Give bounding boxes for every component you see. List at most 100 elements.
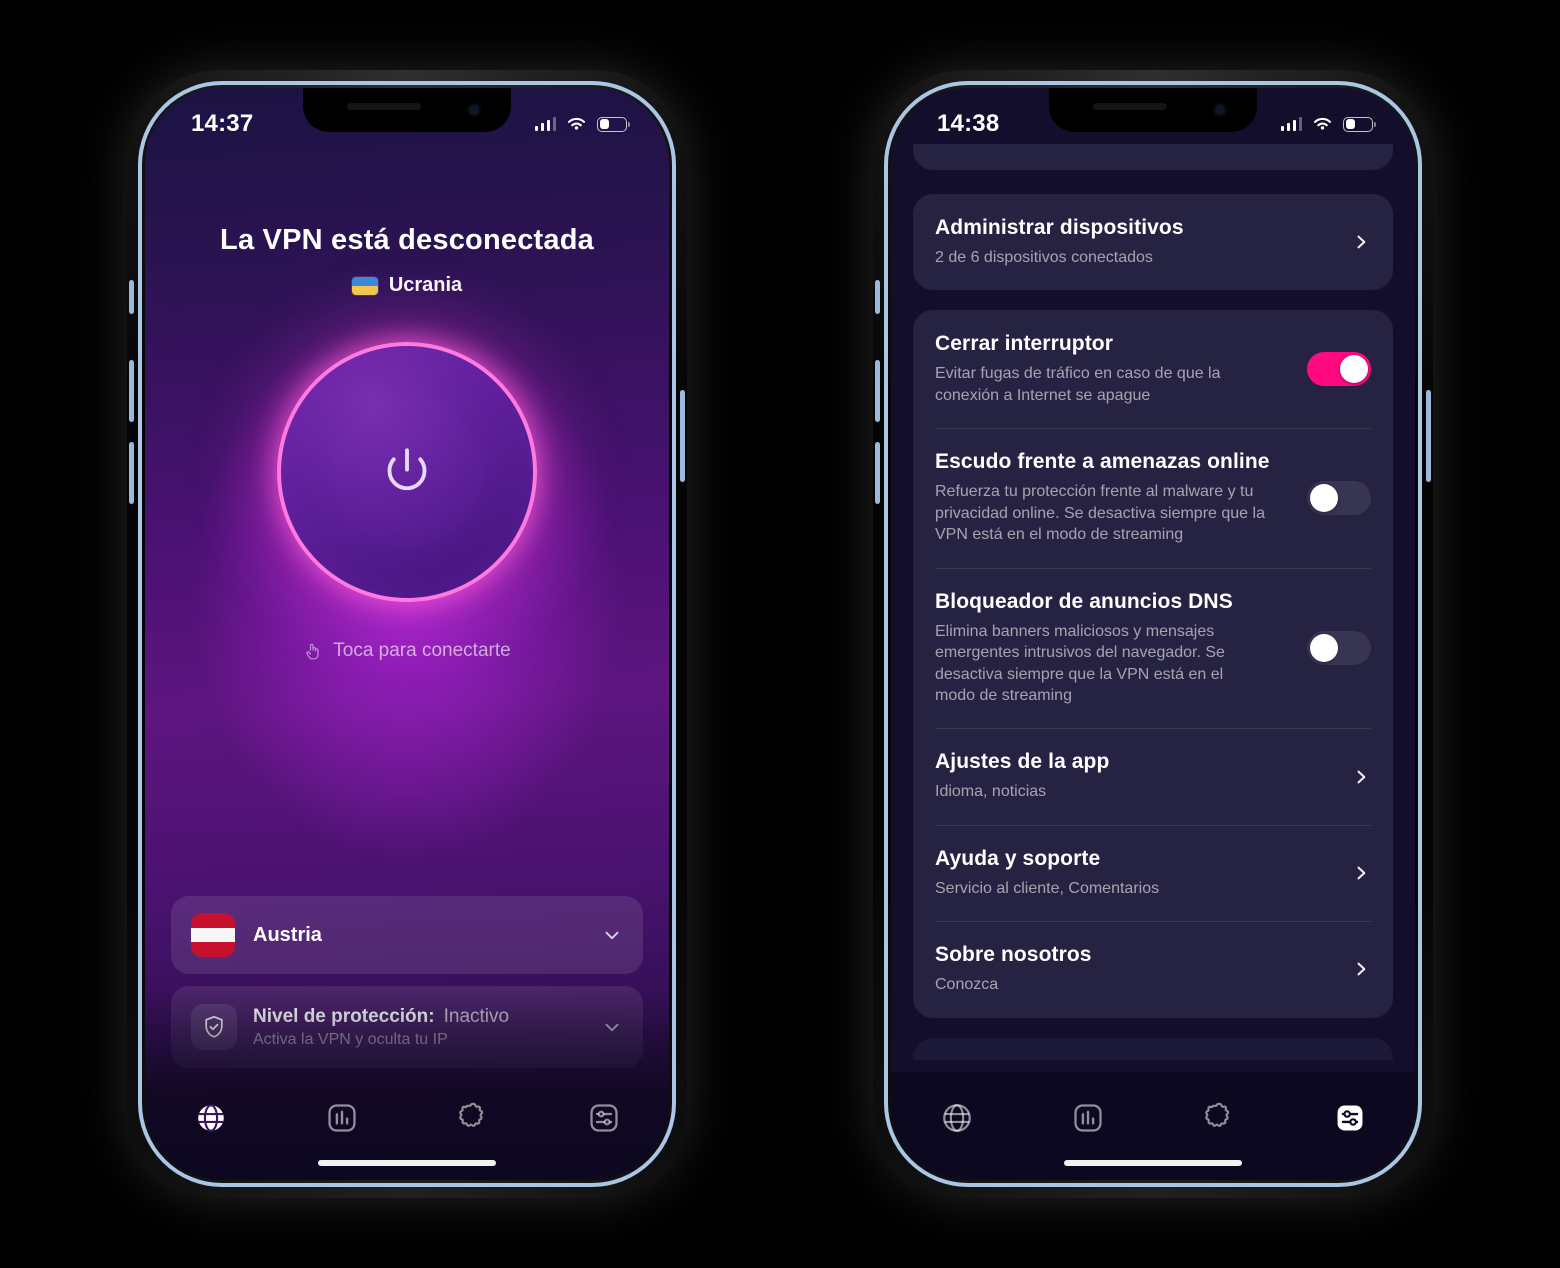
row-text: Cerrar interruptor Evitar fugas de tráfi… xyxy=(935,332,1293,406)
toggle-knob xyxy=(1310,483,1338,512)
vpn-connect-power-button[interactable] xyxy=(277,342,537,602)
nav-tab-settings[interactable] xyxy=(1318,1094,1382,1142)
earpiece-speaker xyxy=(347,103,421,110)
power-button-wrap xyxy=(217,282,597,662)
status-clock: 14:37 xyxy=(191,110,254,137)
nav-tab-extras[interactable] xyxy=(1187,1094,1251,1142)
row-desc: Elimina banners maliciosos y mensajes em… xyxy=(935,622,1225,704)
toggle-knob xyxy=(1340,355,1368,384)
row-text: Administrar dispositivos 2 de 6 disposit… xyxy=(935,216,1337,268)
next-card-peek[interactable] xyxy=(913,1037,1393,1060)
nav-tab-settings[interactable] xyxy=(572,1094,636,1142)
puzzle-icon xyxy=(458,1102,483,1127)
volume-up-button[interactable] xyxy=(129,360,134,422)
settings-row-kill-switch[interactable]: Cerrar interruptor Evitar fugas de tráfi… xyxy=(935,310,1371,428)
protection-desc: Activa la VPN y oculta tu IP xyxy=(253,1030,448,1048)
home-bottom-cards: Austria Nivel de protección: Inactivo Ac… xyxy=(171,896,643,1068)
chevron-right-icon[interactable] xyxy=(1351,959,1371,979)
country-name-label: Austria xyxy=(253,923,322,946)
settings-row-dns-adblocker[interactable]: Bloqueador de anuncios DNS Elimina banne… xyxy=(935,567,1371,729)
row-title: Bloqueador de anuncios DNS xyxy=(935,589,1233,613)
protection-level-card[interactable]: Nivel de protección: Inactivo Activa la … xyxy=(171,986,643,1068)
row-desc: Servicio al cliente, Comentarios xyxy=(935,879,1160,897)
screenshot-stage: 14:37 La VPN está desconectada U xyxy=(0,0,1560,1268)
battery-icon xyxy=(597,116,630,132)
row-text: Bloqueador de anuncios DNS Elimina banne… xyxy=(935,590,1293,707)
nav-tab-globe[interactable] xyxy=(925,1094,989,1142)
nav-tab-stats[interactable] xyxy=(310,1094,374,1142)
row-desc: Idioma, noticias xyxy=(935,783,1047,801)
row-text: Ajustes de la app Idioma, noticias xyxy=(935,750,1337,802)
phone-screen-left: 14:37 La VPN está desconectada U xyxy=(145,88,669,1180)
settings-row-about-us[interactable]: Sobre nosotros Conozca xyxy=(935,921,1371,1017)
home-indicator[interactable] xyxy=(318,1160,496,1166)
row-title: Escudo frente a amenazas online xyxy=(935,450,1270,474)
protection-row: Nivel de protección: Inactivo xyxy=(253,1006,585,1028)
cellular-bars-icon xyxy=(1280,117,1302,131)
status-icons xyxy=(1280,116,1376,132)
notch xyxy=(303,88,511,132)
vpn-status-title: La VPN está desconectada xyxy=(220,224,594,256)
cellular-bars-icon xyxy=(534,117,556,131)
power-side-button[interactable] xyxy=(1426,390,1431,482)
nav-tab-stats[interactable] xyxy=(1056,1094,1120,1142)
settings-row-manage-devices[interactable]: Administrar dispositivos 2 de 6 disposit… xyxy=(935,194,1371,290)
row-text: Escudo frente a amenazas online Refuerza… xyxy=(935,450,1293,545)
country-selector-card[interactable]: Austria xyxy=(171,896,643,974)
mute-switch[interactable] xyxy=(129,280,134,314)
row-desc: Refuerza tu protección frente al malware… xyxy=(935,483,1265,544)
volume-up-button[interactable] xyxy=(875,360,880,422)
power-side-button[interactable] xyxy=(680,390,685,482)
chevron-right-icon[interactable] xyxy=(1351,767,1371,787)
tap-hint-label: Toca para conectarte xyxy=(333,640,511,661)
phone-screen-right: 14:38 Administrar dispositivos 2 de 6 di… xyxy=(891,88,1415,1180)
settings-row-help-support[interactable]: Ayuda y soporte Servicio al cliente, Com… xyxy=(935,824,1371,921)
globe-icon xyxy=(197,1104,224,1132)
chevron-right-icon[interactable] xyxy=(1351,863,1371,883)
row-desc: Conozca xyxy=(935,976,999,994)
vpn-settings-screen: 14:38 Administrar dispositivos 2 de 6 di… xyxy=(891,88,1415,1180)
row-text: Sobre nosotros Conozca xyxy=(935,943,1337,995)
toggle-dns-adblocker[interactable] xyxy=(1307,631,1371,665)
earpiece-speaker xyxy=(1093,103,1167,110)
row-desc: 2 de 6 dispositivos conectados xyxy=(935,249,1153,266)
puzzle-icon xyxy=(1204,1102,1229,1127)
volume-down-button[interactable] xyxy=(129,442,134,504)
row-desc: Evitar fugas de tráfico en caso de que l… xyxy=(935,365,1221,404)
chevron-right-icon[interactable] xyxy=(1351,232,1371,252)
nav-tab-extras[interactable] xyxy=(441,1094,505,1142)
toggle-threat-shield[interactable] xyxy=(1307,480,1371,515)
battery-icon xyxy=(1343,116,1376,132)
row-title: Ajustes de la app xyxy=(935,750,1110,774)
vpn-home-screen: 14:37 La VPN está desconectada U xyxy=(145,88,669,1180)
chevron-down-icon[interactable] xyxy=(601,924,623,946)
settings-row-app-settings[interactable]: Ajustes de la app Idioma, noticias xyxy=(935,728,1371,824)
mute-switch[interactable] xyxy=(875,280,880,314)
sliders-icon xyxy=(589,1104,618,1132)
front-camera-icon xyxy=(1213,103,1227,117)
volume-down-button[interactable] xyxy=(875,442,880,504)
devices-card: Administrar dispositivos 2 de 6 disposit… xyxy=(913,194,1393,291)
phone-device-right: 14:38 Administrar dispositivos 2 de 6 di… xyxy=(873,70,1433,1198)
notch xyxy=(1049,88,1257,132)
power-icon xyxy=(387,448,427,491)
shield-check-icon xyxy=(191,1004,237,1050)
wifi-icon xyxy=(567,117,586,130)
protection-label: Nivel de protección: xyxy=(253,1005,435,1027)
phone-device-left: 14:37 La VPN está desconectada U xyxy=(127,70,687,1198)
row-title: Cerrar interruptor xyxy=(935,332,1114,356)
chart-icon xyxy=(327,1104,356,1132)
toggle-kill-switch[interactable] xyxy=(1307,352,1371,387)
chevron-down-icon[interactable] xyxy=(601,1016,623,1038)
tap-to-connect-hint[interactable]: Toca para conectarte xyxy=(145,640,669,662)
status-clock: 14:38 xyxy=(937,110,1000,137)
protection-card: Cerrar interruptor Evitar fugas de tráfi… xyxy=(913,310,1393,1018)
home-indicator[interactable] xyxy=(1064,1160,1242,1166)
globe-icon xyxy=(942,1104,971,1132)
sliders-icon xyxy=(1337,1105,1362,1131)
settings-row-threat-shield[interactable]: Escudo frente a amenazas online Refuerza… xyxy=(935,428,1371,567)
nav-tab-globe[interactable] xyxy=(179,1094,243,1142)
row-text: Ayuda y soporte Servicio al cliente, Com… xyxy=(935,847,1337,899)
settings-scroll-area[interactable]: Administrar dispositivos 2 de 6 disposit… xyxy=(913,144,1393,1180)
row-title: Ayuda y soporte xyxy=(935,846,1101,870)
